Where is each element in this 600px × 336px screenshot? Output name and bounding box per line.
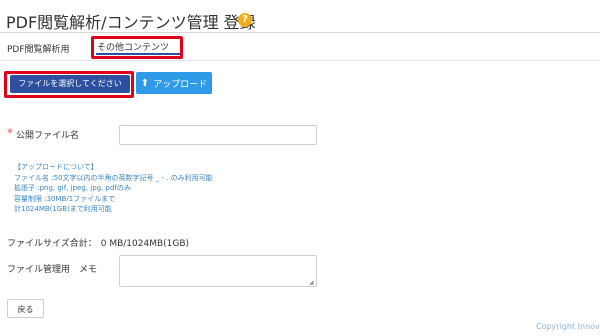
memo-label: ファイル管理用 メモ <box>7 265 98 275</box>
upload-info-size-limit: 容量制限 :30MB/1ファイルまで <box>14 194 116 203</box>
public-file-name-label: 公開ファイル名 <box>16 131 80 141</box>
required-marker: * <box>7 126 13 140</box>
upload-icon: ⬆ <box>140 77 150 89</box>
memo-textarea[interactable] <box>119 255 317 287</box>
title-divider <box>0 32 600 33</box>
upload-button-label: アップロード <box>153 79 208 90</box>
tab-pdf-analysis[interactable]: PDF閲覧解析用 <box>7 42 70 55</box>
resize-handle-icon[interactable]: ◢ <box>309 279 315 286</box>
page-title: PDF閲覧解析/コンテンツ管理 登録 <box>6 13 256 32</box>
total-size-value: 0 MB/1024MB(1GB) <box>100 239 190 249</box>
help-icon[interactable]: ? <box>238 13 252 27</box>
back-button[interactable]: 戻る <box>7 299 44 318</box>
tabbar-divider <box>0 60 600 61</box>
upload-info-total-limit: 計1024MB(1GB)まで利用可能 <box>14 205 112 213</box>
total-size-label: ファイルサイズ合計： <box>7 239 97 249</box>
upload-info: 【アップロードについて】 ファイル名 :50文字以内の半角の英数字記号 _ - … <box>14 162 213 215</box>
upload-button[interactable]: ⬆ アップロード <box>136 72 212 94</box>
public-file-name-input[interactable] <box>119 125 317 145</box>
upload-info-heading: 【アップロードについて】 <box>14 163 98 171</box>
total-size: ファイルサイズ合計： 0 MB/1024MB(1GB) <box>7 236 189 249</box>
highlight-box-select-button <box>4 71 134 98</box>
upload-info-extension-rule: 拡張子 :png, gif, jpeg, jpg, pdfのみ <box>14 184 131 192</box>
highlight-box-tab <box>91 36 183 59</box>
upload-info-filename-rule: ファイル名 :50文字以内の半角の英数字記号 _ - . のみ利用可能 <box>14 173 213 182</box>
copyright-text: Copyright Innov <box>536 322 600 331</box>
